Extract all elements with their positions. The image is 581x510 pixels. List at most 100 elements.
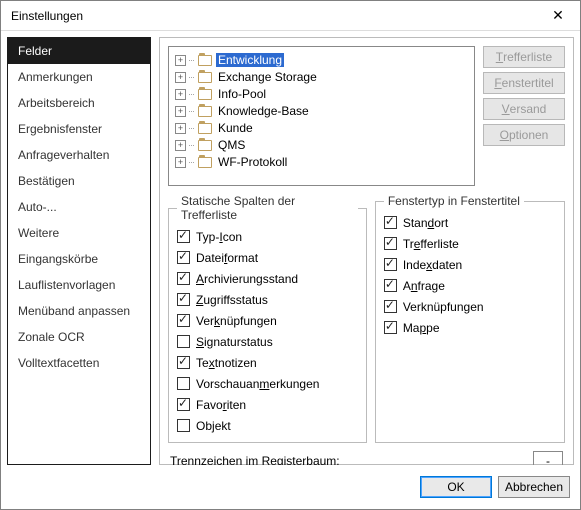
group-window-type: Fenstertyp in Fenstertitel Standort Treff… bbox=[375, 194, 565, 443]
side-button: Trefferliste bbox=[483, 46, 565, 68]
checkbox-row[interactable]: Indexdaten bbox=[384, 254, 556, 275]
checkbox-row[interactable]: Archivierungsstand bbox=[177, 268, 358, 289]
checkbox-icon[interactable] bbox=[177, 251, 190, 264]
tree-connector-icon: ··· bbox=[188, 55, 194, 65]
checkbox-icon[interactable] bbox=[384, 279, 397, 292]
nav-item[interactable]: Anmerkungen bbox=[8, 64, 150, 90]
checkbox-icon[interactable] bbox=[177, 293, 190, 306]
checkbox-row[interactable]: Verknüpfungen bbox=[177, 310, 358, 331]
nav-item[interactable]: Volltextfacetten bbox=[8, 350, 150, 376]
folder-icon bbox=[198, 123, 212, 134]
folder-icon bbox=[198, 157, 212, 168]
expand-icon[interactable]: + bbox=[175, 157, 186, 168]
tree-item[interactable]: +··· QMS bbox=[175, 137, 468, 153]
tree-connector-icon: ··· bbox=[188, 89, 194, 99]
tree-connector-icon: ··· bbox=[188, 157, 194, 167]
checkbox-row[interactable]: Typ-Icon bbox=[177, 226, 358, 247]
nav-item[interactable]: Menüband anpassen bbox=[8, 298, 150, 324]
folder-icon bbox=[198, 106, 212, 117]
cancel-button[interactable]: Abbrechen bbox=[498, 476, 570, 498]
checkbox-label: Verknüpfungen bbox=[403, 300, 484, 314]
checkbox-icon[interactable] bbox=[177, 419, 190, 432]
content-panel: +···Entwicklung+···Exchange Storage+···I… bbox=[159, 37, 574, 465]
checkbox-row[interactable]: Dateiformat bbox=[177, 247, 358, 268]
tree-item[interactable]: +··· Exchange Storage bbox=[175, 69, 468, 85]
category-list: FelderAnmerkungenArbeitsbereichErgebnisf… bbox=[7, 37, 151, 465]
checkbox-row[interactable]: Textnotizen bbox=[177, 352, 358, 373]
archive-tree[interactable]: +···Entwicklung+···Exchange Storage+···I… bbox=[168, 46, 475, 186]
checkbox-icon[interactable] bbox=[177, 335, 190, 348]
checkbox-icon[interactable] bbox=[384, 237, 397, 250]
checkbox-icon[interactable] bbox=[177, 356, 190, 369]
separator-input[interactable]: - bbox=[533, 451, 563, 465]
nav-item[interactable]: Anfrageverhalten bbox=[8, 142, 150, 168]
tree-item[interactable]: +···WF-Protokoll bbox=[175, 154, 468, 170]
checkbox-row[interactable]: Objekt bbox=[177, 415, 358, 436]
checkbox-icon[interactable] bbox=[177, 377, 190, 390]
checkbox-icon[interactable] bbox=[177, 230, 190, 243]
tree-item-label: Exchange Storage bbox=[216, 70, 319, 84]
tree-item[interactable]: +···Entwicklung bbox=[175, 52, 468, 68]
nav-item[interactable]: Eingangskörbe bbox=[8, 246, 150, 272]
side-button: Versand bbox=[483, 98, 565, 120]
group-legend: Statische Spalten der Trefferliste bbox=[177, 194, 358, 222]
checkbox-icon[interactable] bbox=[384, 321, 397, 334]
separator-row: Trennzeichen im Registerbaum: - bbox=[168, 451, 565, 465]
close-icon[interactable]: ✕ bbox=[536, 1, 580, 31]
checkbox-label: Archivierungsstand bbox=[196, 272, 298, 286]
checkbox-label: Anfrage bbox=[403, 279, 445, 293]
checkbox-row[interactable]: Standort bbox=[384, 212, 556, 233]
tree-connector-icon: ··· bbox=[188, 106, 194, 116]
expand-icon[interactable]: + bbox=[175, 106, 186, 117]
tree-item-label: Kunde bbox=[216, 121, 255, 135]
tree-connector-icon: ··· bbox=[188, 72, 194, 82]
checkbox-row[interactable]: Verknüpfungen bbox=[384, 296, 556, 317]
group-static-columns: Statische Spalten der Trefferliste Typ-I… bbox=[168, 194, 367, 443]
tree-item[interactable]: +··· Knowledge-Base bbox=[175, 103, 468, 119]
tree-item[interactable]: +··· Info-Pool bbox=[175, 86, 468, 102]
tree-item-label: Info-Pool bbox=[216, 87, 268, 101]
ok-button[interactable]: OK bbox=[420, 476, 492, 498]
checkbox-row[interactable]: Trefferliste bbox=[384, 233, 556, 254]
checkbox-row[interactable]: Signaturstatus bbox=[177, 331, 358, 352]
checkbox-label: Standort bbox=[403, 216, 448, 230]
checkbox-label: Vorschauanmerkungen bbox=[196, 377, 319, 391]
checkbox-row[interactable]: Favoriten bbox=[177, 394, 358, 415]
group-legend: Fenstertyp in Fenstertitel bbox=[384, 194, 524, 208]
checkbox-icon[interactable] bbox=[384, 258, 397, 271]
checkbox-label: Favoriten bbox=[196, 398, 246, 412]
checkbox-row[interactable]: Vorschauanmerkungen bbox=[177, 373, 358, 394]
checkbox-label: Dateiformat bbox=[196, 251, 258, 265]
checkbox-list-static: Typ-Icon Dateiformat Archivierungsstand Zug… bbox=[177, 226, 358, 436]
folder-icon bbox=[198, 55, 212, 66]
tree-item-label: Knowledge-Base bbox=[216, 104, 311, 118]
nav-item[interactable]: Weitere bbox=[8, 220, 150, 246]
nav-item[interactable]: Lauflistenvorlagen bbox=[8, 272, 150, 298]
checkbox-row[interactable]: Anfrage bbox=[384, 275, 556, 296]
expand-icon[interactable]: + bbox=[175, 123, 186, 134]
expand-icon[interactable]: + bbox=[175, 89, 186, 100]
tree-connector-icon: ··· bbox=[188, 140, 194, 150]
expand-icon[interactable]: + bbox=[175, 72, 186, 83]
checkbox-icon[interactable] bbox=[384, 300, 397, 313]
checkbox-label: Zugriffsstatus bbox=[196, 293, 268, 307]
nav-item[interactable]: Arbeitsbereich bbox=[8, 90, 150, 116]
checkbox-label: Textnotizen bbox=[196, 356, 257, 370]
checkbox-row[interactable]: Mappe bbox=[384, 317, 556, 338]
tree-item-label: QMS bbox=[216, 138, 247, 152]
expand-icon[interactable]: + bbox=[175, 140, 186, 151]
titlebar: Einstellungen ✕ bbox=[1, 1, 580, 31]
checkbox-icon[interactable] bbox=[177, 314, 190, 327]
nav-item[interactable]: Felder bbox=[8, 38, 150, 64]
expand-icon[interactable]: + bbox=[175, 55, 186, 66]
tree-item[interactable]: +···Kunde bbox=[175, 120, 468, 136]
checkbox-icon[interactable] bbox=[177, 272, 190, 285]
nav-item[interactable]: Zonale OCR bbox=[8, 324, 150, 350]
nav-item[interactable]: Auto-... bbox=[8, 194, 150, 220]
checkbox-list-windowtype: Standort TrefferlisteIndexdaten Anfrage Ver… bbox=[384, 212, 556, 338]
nav-item[interactable]: Ergebnisfenster bbox=[8, 116, 150, 142]
nav-item[interactable]: Bestätigen bbox=[8, 168, 150, 194]
checkbox-icon[interactable] bbox=[177, 398, 190, 411]
checkbox-row[interactable]: Zugriffsstatus bbox=[177, 289, 358, 310]
checkbox-icon[interactable] bbox=[384, 216, 397, 229]
